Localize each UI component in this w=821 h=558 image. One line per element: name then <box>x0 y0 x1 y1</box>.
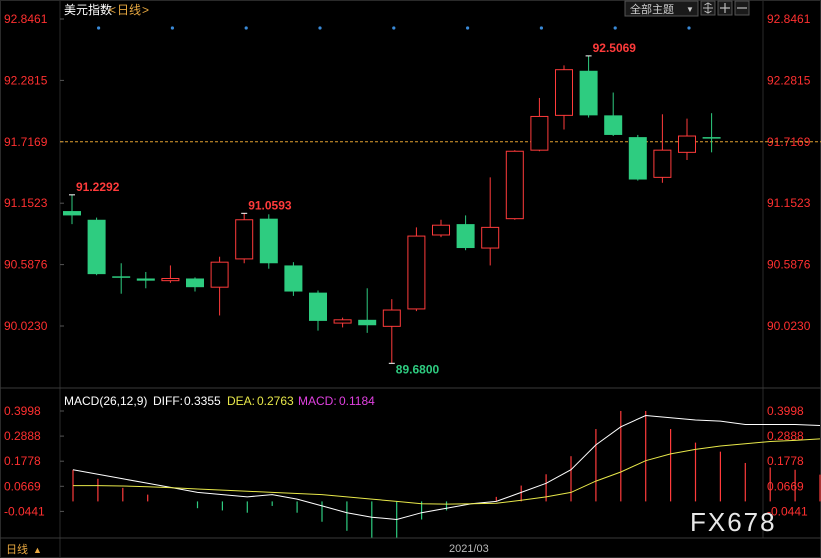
candle-body-up <box>530 115 549 151</box>
candle-body-up <box>505 150 524 220</box>
candle-body-up <box>678 135 696 153</box>
chevron-up-icon[interactable]: ▲ <box>33 545 42 555</box>
price-tick-left: 92.8461 <box>4 12 48 26</box>
candle-body-up <box>235 219 254 260</box>
price-tick-left: 91.7169 <box>4 135 48 149</box>
price-tick-left: 91.1523 <box>4 196 48 210</box>
candle-body-down <box>186 278 204 288</box>
dea-label: DEA: <box>227 394 255 408</box>
macd-tick-left: 0.0669 <box>4 479 41 493</box>
candle-body-up <box>653 149 672 178</box>
crosshair-tool-button[interactable] <box>700 0 716 16</box>
diff-value: 0.3355 <box>184 394 221 408</box>
candle-body-up <box>407 235 426 310</box>
price-tick-right: 91.1523 <box>767 196 811 210</box>
candle-body-up <box>161 277 180 282</box>
price-tick-right: 90.5876 <box>767 258 811 272</box>
macd-tick-left: 0.1778 <box>4 454 41 468</box>
price-annotation: 89.6800 <box>396 362 440 376</box>
zoom-out-button[interactable] <box>734 0 750 16</box>
dea-value: 0.2763 <box>257 394 294 408</box>
candle-body-down <box>702 137 721 139</box>
price-annotation: 92.5069 <box>593 41 637 55</box>
macd-value: 0.1184 <box>339 394 375 408</box>
candle-body-up <box>210 261 229 288</box>
candle-body-up <box>555 69 573 116</box>
footer-period-label[interactable]: 日线 <box>6 542 28 556</box>
period-open-bracket: < <box>109 3 116 17</box>
macd-legend-name: MACD(26,12,9) <box>64 394 147 408</box>
watermark: FX678 <box>690 507 777 537</box>
chart-title: 美元指数 <box>64 2 112 17</box>
candle-body-up <box>432 224 450 236</box>
candle-body-down <box>309 292 327 321</box>
candle-body-up <box>333 319 352 324</box>
macd-legend: MACD(26,12,9) DIFF: 0.3355 DEA: 0.2763 M… <box>64 394 375 408</box>
event-marker-dot <box>244 26 248 30</box>
event-marker-dot <box>392 26 396 30</box>
candle-body-up <box>382 309 401 327</box>
theme-selector-label: 全部主题 <box>630 2 674 16</box>
price-tick-left: 90.0230 <box>4 319 48 333</box>
period-label[interactable]: 日线 <box>117 3 141 17</box>
candlesticks <box>63 55 721 364</box>
chevron-down-icon: ▼ <box>686 5 694 14</box>
zoom-in-button[interactable] <box>717 0 733 16</box>
macd-tick-left: 0.2888 <box>4 429 41 443</box>
price-tick-right: 90.0230 <box>767 319 811 333</box>
event-marker-dot <box>613 26 617 30</box>
date-label: 2021/03 <box>449 543 489 555</box>
event-markers <box>97 26 691 30</box>
macd-tick-left: -0.0441 <box>4 504 45 518</box>
event-marker-dot <box>466 26 470 30</box>
price-tick-right: 92.2815 <box>767 73 811 87</box>
candle-body-down <box>628 137 647 180</box>
price-tick-right: 92.8461 <box>767 12 811 26</box>
candle-body-down <box>136 278 155 281</box>
move-icon <box>703 2 713 14</box>
price-annotation: 91.0593 <box>248 198 292 212</box>
macd-tick-right: 0.1778 <box>767 454 804 468</box>
event-marker-dot <box>318 26 322 30</box>
candle-body-down <box>284 265 303 292</box>
period-close-bracket: > <box>142 3 149 17</box>
candle-body-down <box>604 115 623 135</box>
price-tick-right: 91.7169 <box>767 135 811 149</box>
price-annotations: 91.2292 91.0593 89.6800 92.5069 <box>69 41 636 376</box>
diff-label: DIFF: <box>153 394 183 408</box>
macd-axis: 0.3998 0.39980.2888 0.28880.1778 0.17780.06… <box>4 404 808 518</box>
price-axis: 92.8461 92.8461 92.2815 92.2815 91.7169 91.71… <box>4 12 811 333</box>
macd-tick-right: 0.3998 <box>767 404 804 418</box>
candle-body-down <box>259 218 278 264</box>
price-tick-left: 90.5876 <box>4 258 48 272</box>
dollar-index-chart[interactable]: 美元指数 < 日线 > 全部主题 ▼ 92.8461 92.8461 92.2815… <box>0 0 821 558</box>
candle-body-down <box>112 276 131 278</box>
event-marker-dot <box>539 26 544 30</box>
macd-tick-right: 0.0669 <box>767 479 804 493</box>
candle-body-down <box>456 224 475 249</box>
theme-selector[interactable]: 全部主题 ▼ <box>624 0 699 17</box>
candle-body-up <box>481 226 500 249</box>
event-marker-dot <box>170 26 174 30</box>
candle-body-down <box>63 211 81 216</box>
price-tick-left: 92.2815 <box>4 73 48 87</box>
dea-line <box>73 438 821 505</box>
event-marker-dot <box>97 26 101 30</box>
candle-body-down <box>87 219 106 275</box>
candle-body-down <box>358 319 377 326</box>
macd-tick-left: 0.3998 <box>4 404 41 418</box>
event-marker-dot <box>687 26 691 30</box>
macd-label: MACD: <box>298 394 337 408</box>
candle-body-down <box>579 70 598 116</box>
price-annotation: 91.2292 <box>76 180 120 194</box>
